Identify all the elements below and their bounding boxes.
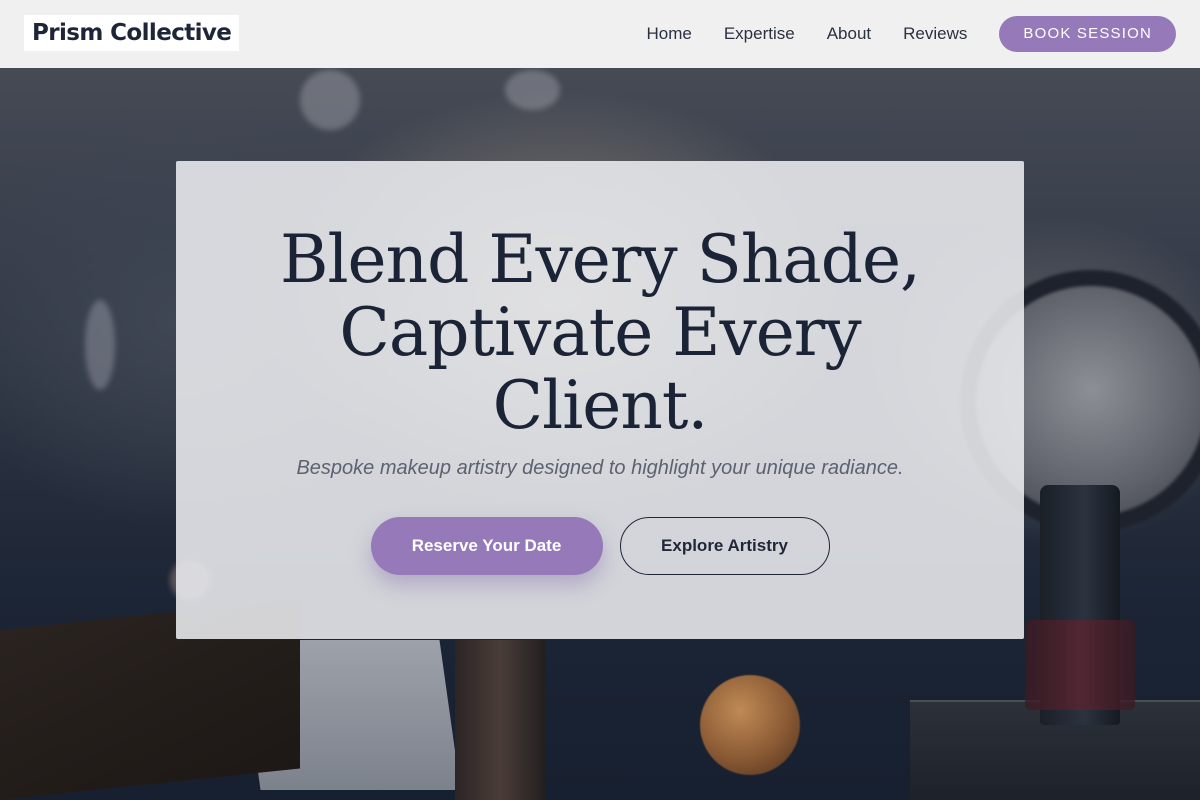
hero-title-line: Blend Every Shade, bbox=[279, 221, 921, 298]
top-navbar: Prism Collective Home Expertise About Re… bbox=[0, 0, 1200, 68]
bokeh-light bbox=[300, 70, 360, 130]
hero-title-line: Client. bbox=[492, 367, 709, 444]
hero-card: Blend Every Shade, Captivate Every Clien… bbox=[176, 161, 1024, 639]
nav-link-expertise[interactable]: Expertise bbox=[724, 24, 795, 44]
hero-actions: Reserve Your Date Explore Artistry bbox=[176, 517, 1024, 575]
nav-link-about[interactable]: About bbox=[827, 24, 871, 44]
bokeh-light bbox=[505, 70, 560, 110]
nav-link-home[interactable]: Home bbox=[646, 24, 691, 44]
nav-link-reviews[interactable]: Reviews bbox=[903, 24, 967, 44]
book-session-button[interactable]: BOOK SESSION bbox=[999, 16, 1176, 52]
makeup-sponge bbox=[700, 675, 800, 775]
hero-title: Blend Every Shade, Captivate Every Clien… bbox=[176, 223, 1024, 442]
main-nav: Home Expertise About Reviews BOOK SESSIO… bbox=[646, 16, 1176, 52]
brand-logo[interactable]: Prism Collective bbox=[24, 15, 240, 51]
hero-subtitle: Bespoke makeup artistry designed to high… bbox=[296, 457, 904, 479]
hero-title-line: Captivate Every bbox=[339, 294, 861, 371]
lipstick-bottle bbox=[1025, 620, 1135, 710]
bokeh-light bbox=[85, 300, 115, 390]
explore-artistry-button[interactable]: Explore Artistry bbox=[619, 517, 830, 575]
reserve-date-button[interactable]: Reserve Your Date bbox=[370, 517, 603, 575]
brush-handle bbox=[455, 640, 545, 800]
